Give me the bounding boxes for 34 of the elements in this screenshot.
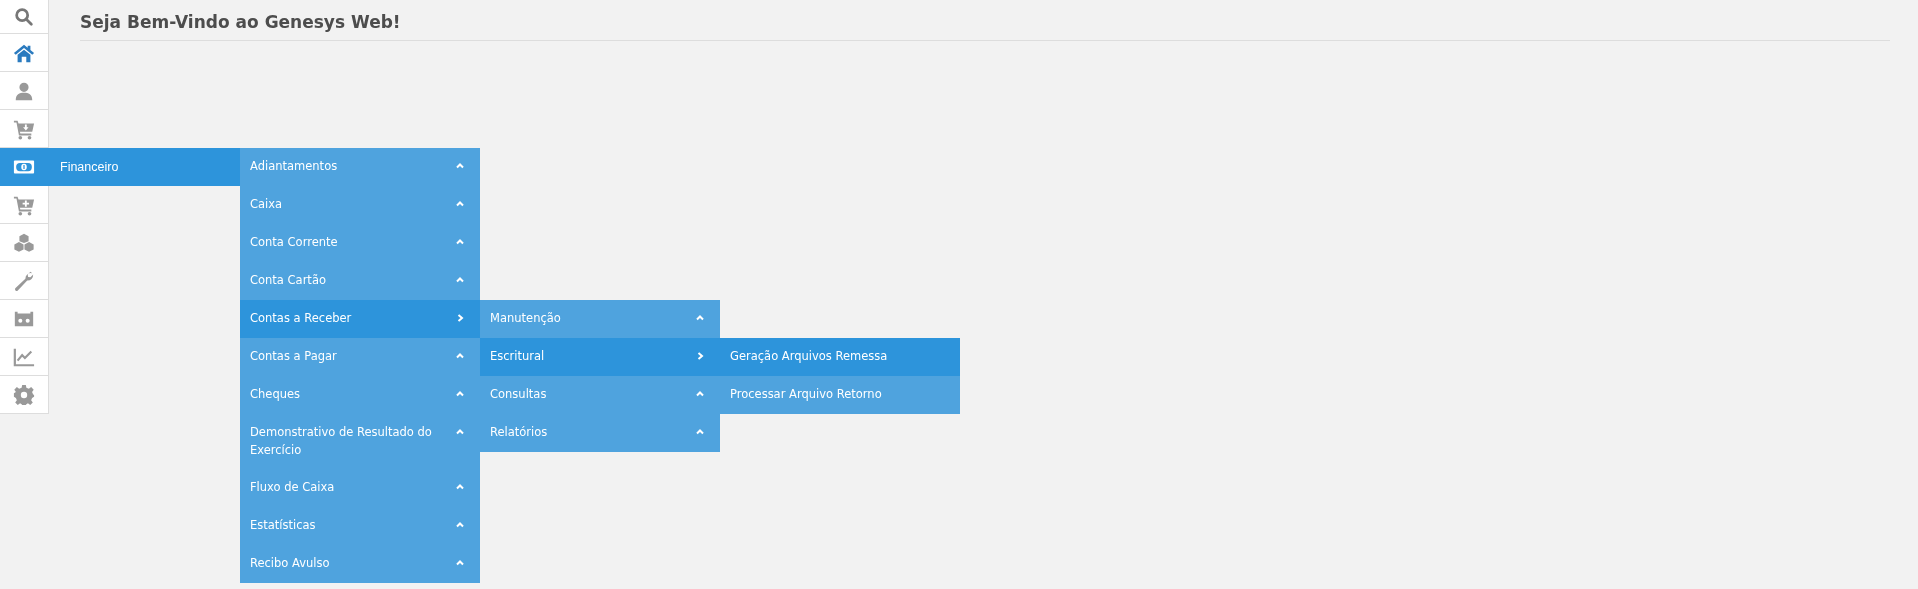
sidebar-button[interactable] bbox=[0, 186, 49, 224]
sidebar-button[interactable] bbox=[0, 262, 49, 300]
page-title: Seja Bem-Vindo ao Genesys Web! bbox=[80, 12, 1890, 41]
chevron-up-icon bbox=[696, 314, 704, 322]
chevron-up-icon bbox=[456, 521, 464, 529]
sidebar-button[interactable] bbox=[0, 0, 49, 34]
cubes-icon bbox=[13, 231, 35, 254]
sidebar-button[interactable] bbox=[0, 34, 49, 72]
chevron-up-icon bbox=[696, 390, 704, 398]
chevron-up-icon bbox=[456, 238, 464, 246]
sidebar-button[interactable] bbox=[0, 224, 49, 262]
chevron-right-icon bbox=[696, 352, 704, 360]
menu-item[interactable]: Geração Arquivos Remessa bbox=[720, 338, 960, 376]
wrench-icon bbox=[13, 269, 35, 292]
chevron-up-icon bbox=[696, 428, 704, 436]
menu-item[interactable]: Escritural bbox=[480, 338, 720, 376]
sidebar-button[interactable] bbox=[0, 376, 49, 414]
chevron-right-icon bbox=[456, 314, 464, 322]
sidebar-button[interactable] bbox=[0, 300, 49, 338]
settings-icon bbox=[13, 383, 35, 406]
chevron-up-icon bbox=[456, 483, 464, 491]
chevron-up-icon bbox=[456, 352, 464, 360]
chevron-up-icon bbox=[456, 559, 464, 567]
sidebar-button[interactable] bbox=[0, 110, 49, 148]
chevron-up-icon bbox=[456, 428, 464, 436]
menu-item[interactable]: Contas a Receber bbox=[240, 300, 480, 338]
sidebar-button[interactable] bbox=[0, 338, 49, 376]
chevron-up-icon bbox=[456, 276, 464, 284]
sidebar-button[interactable] bbox=[0, 72, 49, 110]
search-icon bbox=[13, 5, 35, 28]
chevron-up-icon bbox=[456, 162, 464, 170]
chevron-up-icon bbox=[456, 390, 464, 398]
sidebar-item[interactable]: Financeiro bbox=[0, 148, 240, 186]
chevron-up-icon bbox=[456, 200, 464, 208]
